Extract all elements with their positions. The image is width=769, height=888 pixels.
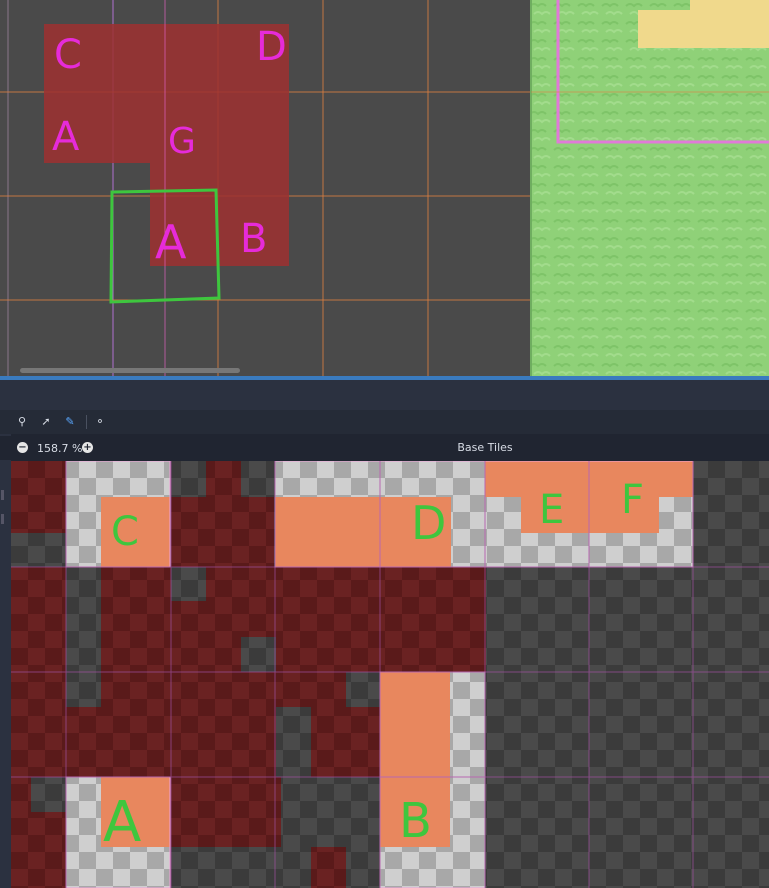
atlas-annotation-d: D <box>411 496 446 550</box>
strip-marker <box>1 490 4 500</box>
strip-marker <box>1 514 4 524</box>
select-icon[interactable]: ➚ <box>38 414 54 430</box>
annotation-a-selected: A <box>155 215 187 269</box>
atlas-canvas[interactable]: C D E F A B <box>11 461 769 888</box>
annotation-d: D <box>256 24 287 70</box>
annotation-c: C <box>54 32 82 78</box>
atlas-title: Base Tiles <box>457 441 513 454</box>
tilemap-viewport[interactable]: C D A G A B <box>0 0 769 376</box>
atlas-annotation-e: E <box>539 487 564 533</box>
atlas-annotation-b: B <box>399 793 432 849</box>
atlas-annotation-f: F <box>621 477 644 523</box>
tileset-toolbar: ⚲ ➚ ✎ ⚬ <box>0 410 769 434</box>
atlas-annotation-c: C <box>111 509 139 555</box>
horizontal-scrollbar[interactable] <box>20 368 240 373</box>
zoom-bar: − 158.7 % + Base Tiles <box>0 436 769 460</box>
annotation-a: A <box>52 114 80 160</box>
tilemap-canvas[interactable]: C D A G A B <box>0 0 769 376</box>
grass-tilemap <box>531 0 769 376</box>
picker-icon[interactable]: ⚬ <box>92 414 108 430</box>
paint-icon[interactable]: ✎ <box>62 414 78 430</box>
panel-header <box>0 380 769 410</box>
annotation-g: G <box>168 121 196 162</box>
terrain-tool-icon[interactable]: ⚲ <box>14 414 30 430</box>
toolbar-separator <box>86 415 87 429</box>
atlas-annotation-a: A <box>103 790 141 855</box>
tileset-atlas[interactable]: C D E F A B <box>11 461 769 888</box>
annotation-b: B <box>240 216 267 262</box>
side-strip <box>0 434 11 888</box>
